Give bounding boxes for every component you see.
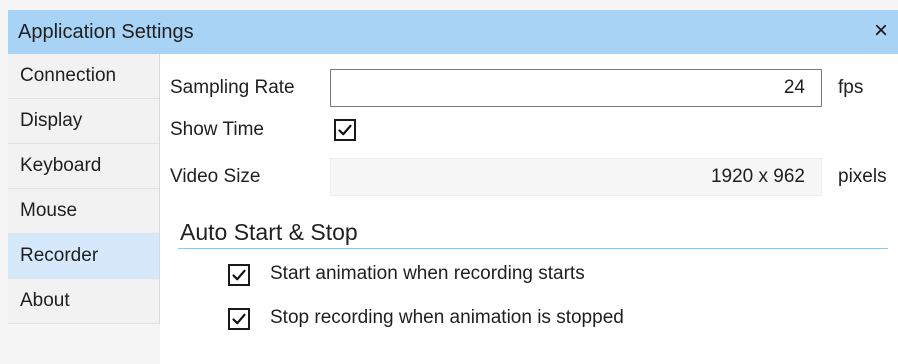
stop-recording-checkbox[interactable] [228,308,250,330]
section-divider [178,248,888,249]
title-bar: Application Settings × [8,10,898,54]
sampling-rate-label: Sampling Rate [170,77,295,98]
auto-start-stop-heading: Auto Start & Stop [180,219,358,245]
sidebar-item-about[interactable]: About [8,279,159,324]
sidebar-item-mouse[interactable]: Mouse [8,189,159,234]
sampling-rate-input[interactable] [330,69,822,107]
video-size-value: 1920 x 962 [330,158,822,196]
stop-recording-label: Stop recording when animation is stopped [270,307,624,328]
checkmark-icon [232,313,246,325]
sampling-rate-unit: fps [838,77,864,98]
video-size-label: Video Size [170,166,261,187]
start-animation-label: Start animation when recording starts [270,263,585,284]
sidebar-item-display[interactable]: Display [8,99,159,144]
settings-sidebar: Connection Display Keyboard Mouse Record… [8,54,160,324]
sidebar-item-keyboard[interactable]: Keyboard [8,144,159,189]
sampling-rate-row: Sampling Rate fps [160,67,898,109]
sidebar-item-connection[interactable]: Connection [8,54,159,99]
video-size-unit: pixels [838,166,887,187]
checkmark-icon [232,269,246,281]
checkmark-icon [338,124,352,136]
start-animation-checkbox[interactable] [228,264,250,286]
settings-window: Application Settings × Connection Displa… [0,0,898,364]
show-time-checkbox[interactable] [334,119,356,141]
recorder-settings-panel: Sampling Rate fps Show Time Video Size 1… [160,54,898,364]
video-size-row: Video Size 1920 x 962 pixels [160,156,898,198]
window-title: Application Settings [18,21,194,43]
show-time-row: Show Time [160,109,898,151]
show-time-label: Show Time [170,119,264,140]
sidebar-item-recorder[interactable]: Recorder [8,234,159,279]
close-icon[interactable]: × [870,18,892,44]
